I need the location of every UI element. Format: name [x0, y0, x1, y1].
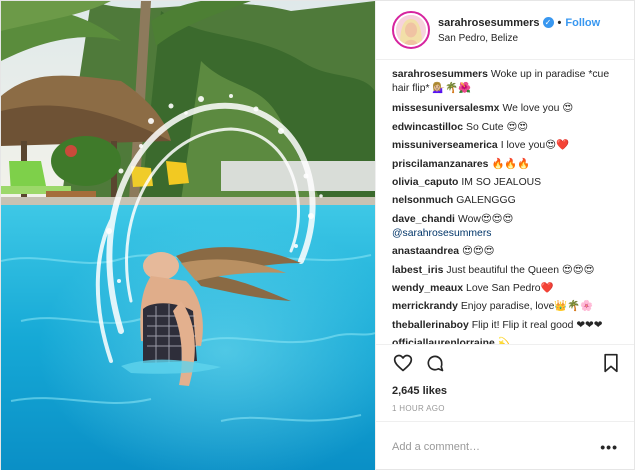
- comment-username[interactable]: anastaandrea: [392, 246, 459, 257]
- comment-username[interactable]: labest_iris: [392, 265, 443, 276]
- caption-username[interactable]: sarahrosesummers: [392, 69, 488, 80]
- verified-badge-icon: ✓: [542, 17, 554, 29]
- post-caption: sarahrosesummers Woke up in paradise *cue…: [392, 68, 624, 96]
- comment-username[interactable]: olivia_caputo: [392, 177, 458, 188]
- comment-text: 😍😍😍: [462, 246, 495, 258]
- comment-item: olivia_caputo IM SO JEALOUS: [392, 176, 624, 190]
- comment-username[interactable]: dave_chandi: [392, 214, 455, 225]
- comment-text: Wow😍😍😍: [457, 213, 514, 225]
- comment-username[interactable]: missesuniversalesmx: [392, 103, 499, 114]
- likes-count[interactable]: 2,645 likes: [376, 382, 634, 400]
- comment-text: Love San Pedro❤️: [466, 282, 554, 294]
- comment-username[interactable]: edwincastilloc: [392, 122, 463, 133]
- add-comment-bar: •••: [376, 421, 634, 470]
- comment-item: edwincastilloc So Cute 😍😍: [392, 121, 624, 135]
- instagram-post: sarahrosesummers ✓ • Follow San Pedro, B…: [0, 0, 635, 470]
- comment-text: I love you😍❤️: [500, 140, 569, 152]
- comments-list[interactable]: sarahrosesummers Woke up in paradise *cue…: [376, 60, 634, 343]
- comment-username[interactable]: priscilamanzanares: [392, 159, 488, 170]
- comment-username[interactable]: theballerinaboy: [392, 320, 469, 331]
- comment-text: IM SO JEALOUS: [461, 177, 542, 189]
- header-separator: •: [557, 16, 562, 29]
- more-options-button[interactable]: •••: [600, 439, 618, 455]
- comment-username[interactable]: missuniverseamerica: [392, 140, 498, 151]
- avatar-image: [396, 15, 426, 46]
- post-side-panel: sarahrosesummers ✓ • Follow San Pedro, B…: [375, 1, 634, 470]
- comment-text: So Cute 😍😍: [466, 121, 529, 133]
- post-author-username[interactable]: sarahrosesummers: [438, 17, 540, 29]
- post-header-text: sarahrosesummers ✓ • Follow San Pedro, B…: [438, 17, 600, 44]
- comment-item: missesuniversalesmx We love you 😍: [392, 102, 624, 116]
- bookmark-icon[interactable]: [600, 352, 622, 374]
- post-photo[interactable]: [1, 1, 375, 470]
- comment-text: Enjoy paradise, love👑🌴🌸: [460, 301, 594, 313]
- follow-button[interactable]: Follow: [565, 17, 600, 29]
- pool-hair-flip-image: [1, 1, 375, 470]
- post-actions-bar: [376, 343, 634, 382]
- comment-item: theballerinaboy Flip it! Flip it real goo…: [392, 319, 624, 333]
- comment-item: anastaandrea 😍😍😍: [392, 245, 624, 259]
- post-header: sarahrosesummers ✓ • Follow San Pedro, B…: [376, 1, 634, 61]
- comment-username[interactable]: merrickrandy: [392, 301, 458, 312]
- avatar[interactable]: [392, 11, 430, 50]
- comment-item: nelsonmuch GALENGGG: [392, 194, 624, 208]
- comment-item: dave_chandi Wow😍😍😍 @sarahrosesummers: [392, 213, 624, 241]
- add-comment-input[interactable]: [392, 440, 601, 453]
- post-timestamp[interactable]: 1 HOUR AGO: [376, 400, 634, 421]
- comment-item: wendy_meaux Love San Pedro❤️: [392, 282, 624, 296]
- comment-text: Flip it! Flip it real good ❤❤❤: [471, 319, 603, 331]
- comment-item: missuniverseamerica I love you😍❤️: [392, 139, 624, 153]
- comment-mention-link[interactable]: @sarahrosesummers: [392, 227, 624, 241]
- comment-item: priscilamanzanares 🔥🔥🔥: [392, 158, 624, 172]
- heart-icon[interactable]: [392, 352, 414, 374]
- post-location[interactable]: San Pedro, Belize: [438, 33, 600, 44]
- comment-text: 🔥🔥🔥: [491, 158, 531, 170]
- comment-username[interactable]: nelsonmuch: [392, 195, 453, 206]
- comment-text: Just beautiful the Queen 😍😍😍: [446, 264, 595, 276]
- post-header-row: sarahrosesummers ✓ • Follow: [438, 17, 600, 29]
- comment-username[interactable]: wendy_meaux: [392, 283, 463, 294]
- comment-bubble-icon[interactable]: [424, 352, 446, 374]
- comment-text: GALENGGG: [456, 195, 516, 207]
- comment-item: merrickrandy Enjoy paradise, love👑🌴🌸: [392, 300, 624, 314]
- comment-item: labest_iris Just beautiful the Queen 😍😍😍: [392, 264, 624, 278]
- comment-text: We love you 😍: [502, 103, 574, 115]
